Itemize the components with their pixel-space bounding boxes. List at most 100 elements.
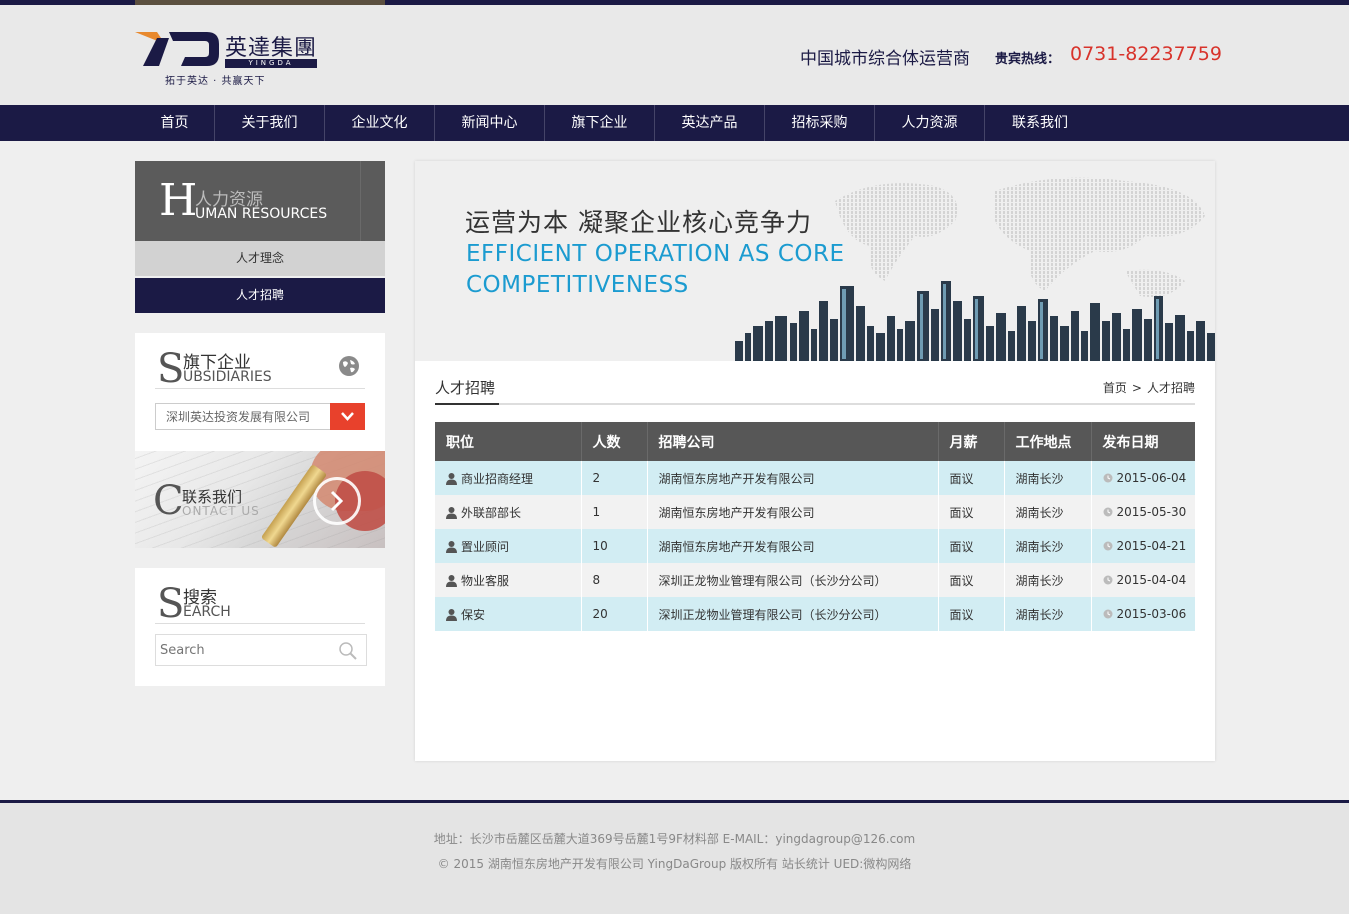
job-position[interactable]: 置业顾问 bbox=[461, 540, 509, 554]
job-company: 湖南恒东房地产开发有限公司 bbox=[647, 495, 939, 529]
logo-slogan: 拓于英达 · 共赢天下 bbox=[165, 76, 266, 87]
job-position-cell[interactable]: 置业顾问 bbox=[435, 529, 582, 563]
subsidiaries-title-en: UBSIDIARIES bbox=[183, 369, 272, 385]
breadcrumb-home[interactable]: 首页 bbox=[1103, 381, 1127, 395]
job-count: 20 bbox=[581, 597, 648, 631]
footer-copyright: © 2015 湖南恒东房地产开发有限公司 YingDaGroup 版权所有 站长… bbox=[437, 857, 912, 871]
job-salary: 面议 bbox=[938, 597, 1005, 631]
nav-item-culture[interactable]: 企业文化 bbox=[325, 105, 435, 141]
clock-icon bbox=[1103, 507, 1112, 517]
subsidiaries-title: S 旗下企业 UBSIDIARIES bbox=[155, 345, 365, 389]
nav-item-products[interactable]: 英达产品 bbox=[655, 105, 765, 141]
select-dropdown-button[interactable] bbox=[330, 403, 365, 430]
sidebar-item-recruitment[interactable]: 人才招聘 bbox=[135, 278, 385, 313]
job-position-cell[interactable]: 物业客服 bbox=[435, 563, 582, 597]
job-position[interactable]: 外联部部长 bbox=[461, 506, 521, 520]
banner-title-cn: 运营为本 凝聚企业核心竞争力 bbox=[465, 208, 812, 237]
nav-item-procurement[interactable]: 招标采购 bbox=[765, 105, 875, 141]
job-position[interactable]: 保安 bbox=[461, 608, 485, 622]
nav-item-contact[interactable]: 联系我们 bbox=[985, 105, 1095, 141]
job-date-cell: 2015-03-06 bbox=[1091, 597, 1195, 631]
job-company: 湖南恒东房地产开发有限公司 bbox=[647, 461, 939, 495]
logo-text: 英達集團 bbox=[225, 36, 318, 61]
search-title: S 搜索 EARCH bbox=[155, 580, 365, 624]
logo[interactable]: 英達集團 YINGDA 拓于英达 · 共赢天下 bbox=[135, 30, 325, 90]
job-date: 2015-04-21 bbox=[1116, 539, 1187, 553]
nav-item-home[interactable]: 首页 bbox=[135, 105, 215, 141]
job-location: 湖南长沙 bbox=[1004, 461, 1092, 495]
section-divider-accent bbox=[435, 403, 499, 405]
person-icon bbox=[446, 540, 457, 553]
header: 英達集團 YINGDA 拓于英达 · 共赢天下 中国城市综合体运营商 贵宾热线：… bbox=[0, 5, 1349, 105]
clock-icon bbox=[1103, 541, 1112, 551]
table-row[interactable]: 置业顾问 10 湖南恒东房地产开发有限公司 面议 湖南长沙 2015-04-21 bbox=[435, 529, 1195, 563]
jobs-table: 职位 人数 招聘公司 月薪 工作地点 发布日期 商业招商经理 2 湖南恒东房地产… bbox=[435, 422, 1195, 631]
nav-item-about[interactable]: 关于我们 bbox=[215, 105, 325, 141]
job-location: 湖南长沙 bbox=[1004, 529, 1092, 563]
table-header-row: 职位 人数 招聘公司 月薪 工作地点 发布日期 bbox=[435, 422, 1195, 461]
job-location: 湖南长沙 bbox=[1004, 597, 1092, 631]
job-location: 湖南长沙 bbox=[1004, 495, 1092, 529]
globe-icon bbox=[339, 356, 359, 376]
job-salary: 面议 bbox=[938, 563, 1005, 597]
job-company: 深圳正龙物业管理有限公司（长沙分公司） bbox=[647, 597, 939, 631]
person-icon bbox=[446, 506, 457, 519]
hotline-number: 0731-82237759 bbox=[1070, 43, 1222, 65]
nav-item-hr[interactable]: 人力资源 bbox=[875, 105, 985, 141]
job-date-cell: 2015-04-21 bbox=[1091, 529, 1195, 563]
job-count: 1 bbox=[581, 495, 648, 529]
column-header-salary: 月薪 bbox=[938, 422, 1005, 461]
table-row[interactable]: 物业客服 8 深圳正龙物业管理有限公司（长沙分公司） 面议 湖南长沙 2015-… bbox=[435, 563, 1195, 597]
search-title-en: EARCH bbox=[183, 604, 231, 620]
table-row[interactable]: 保安 20 深圳正龙物业管理有限公司（长沙分公司） 面议 湖南长沙 2015-0… bbox=[435, 597, 1195, 631]
breadcrumb: 首页 > 人才招聘 bbox=[1103, 379, 1195, 396]
contact-banner[interactable]: C 联系我们 ONTACT US bbox=[135, 451, 385, 548]
tagline: 中国城市综合体运营商 bbox=[800, 49, 970, 69]
divider bbox=[360, 161, 361, 241]
nav-item-news[interactable]: 新闻中心 bbox=[435, 105, 545, 141]
clock-icon bbox=[1103, 575, 1112, 585]
job-position-cell[interactable]: 商业招商经理 bbox=[435, 461, 582, 495]
job-position-cell[interactable]: 保安 bbox=[435, 597, 582, 631]
job-count: 2 bbox=[581, 461, 648, 495]
column-header-count: 人数 bbox=[581, 422, 648, 461]
subsidiaries-box: S 旗下企业 UBSIDIARIES 深圳英达投资发展有限公司 bbox=[135, 333, 385, 451]
search-field[interactable] bbox=[155, 634, 367, 666]
job-date-cell: 2015-04-04 bbox=[1091, 563, 1195, 597]
clock-icon bbox=[1103, 609, 1112, 619]
subsidiaries-letter: S bbox=[157, 346, 185, 392]
subsidiary-select[interactable]: 深圳英达投资发展有限公司 bbox=[155, 403, 365, 430]
sidebar-hr-letter: H bbox=[159, 175, 198, 226]
breadcrumb-separator: > bbox=[1131, 381, 1142, 395]
person-icon bbox=[446, 608, 457, 621]
sidebar-hr-subtitle: UMAN RESOURCES bbox=[195, 206, 328, 222]
job-position[interactable]: 商业招商经理 bbox=[461, 472, 533, 486]
table-row[interactable]: 商业招商经理 2 湖南恒东房地产开发有限公司 面议 湖南长沙 2015-06-0… bbox=[435, 461, 1195, 495]
subsidiary-select-value: 深圳英达投资发展有限公司 bbox=[166, 410, 311, 424]
contact-letter: C bbox=[153, 478, 184, 524]
job-count: 8 bbox=[581, 563, 648, 597]
job-date-cell: 2015-05-30 bbox=[1091, 495, 1195, 529]
job-salary: 面议 bbox=[938, 529, 1005, 563]
person-icon bbox=[446, 574, 457, 587]
job-position-cell[interactable]: 外联部部长 bbox=[435, 495, 582, 529]
sidebar-hr-header: H 人力资源 UMAN RESOURCES bbox=[135, 161, 385, 241]
job-location: 湖南长沙 bbox=[1004, 563, 1092, 597]
job-company: 深圳正龙物业管理有限公司（长沙分公司） bbox=[647, 563, 939, 597]
nav-item-subsidiaries[interactable]: 旗下企业 bbox=[545, 105, 655, 141]
search-icon[interactable] bbox=[338, 641, 358, 661]
job-position[interactable]: 物业客服 bbox=[461, 574, 509, 588]
column-header-date: 发布日期 bbox=[1091, 422, 1195, 461]
section-title: 人才招聘 bbox=[435, 379, 496, 397]
sidebar-item-talent-philosophy[interactable]: 人才理念 bbox=[135, 241, 385, 276]
search-input[interactable] bbox=[156, 635, 326, 665]
contact-arrow-button[interactable] bbox=[313, 477, 361, 525]
search-box: S 搜索 EARCH bbox=[135, 568, 385, 686]
hotline-label: 贵宾热线： bbox=[995, 52, 1061, 67]
main-nav: 首页 关于我们 企业文化 新闻中心 旗下企业 英达产品 招标采购 人力资源 联系… bbox=[0, 105, 1349, 141]
column-header-location: 工作地点 bbox=[1004, 422, 1092, 461]
person-icon bbox=[446, 472, 457, 485]
table-row[interactable]: 外联部部长 1 湖南恒东房地产开发有限公司 面议 湖南长沙 2015-05-30 bbox=[435, 495, 1195, 529]
logo-mark bbox=[135, 32, 219, 66]
breadcrumb-current[interactable]: 人才招聘 bbox=[1147, 381, 1195, 395]
